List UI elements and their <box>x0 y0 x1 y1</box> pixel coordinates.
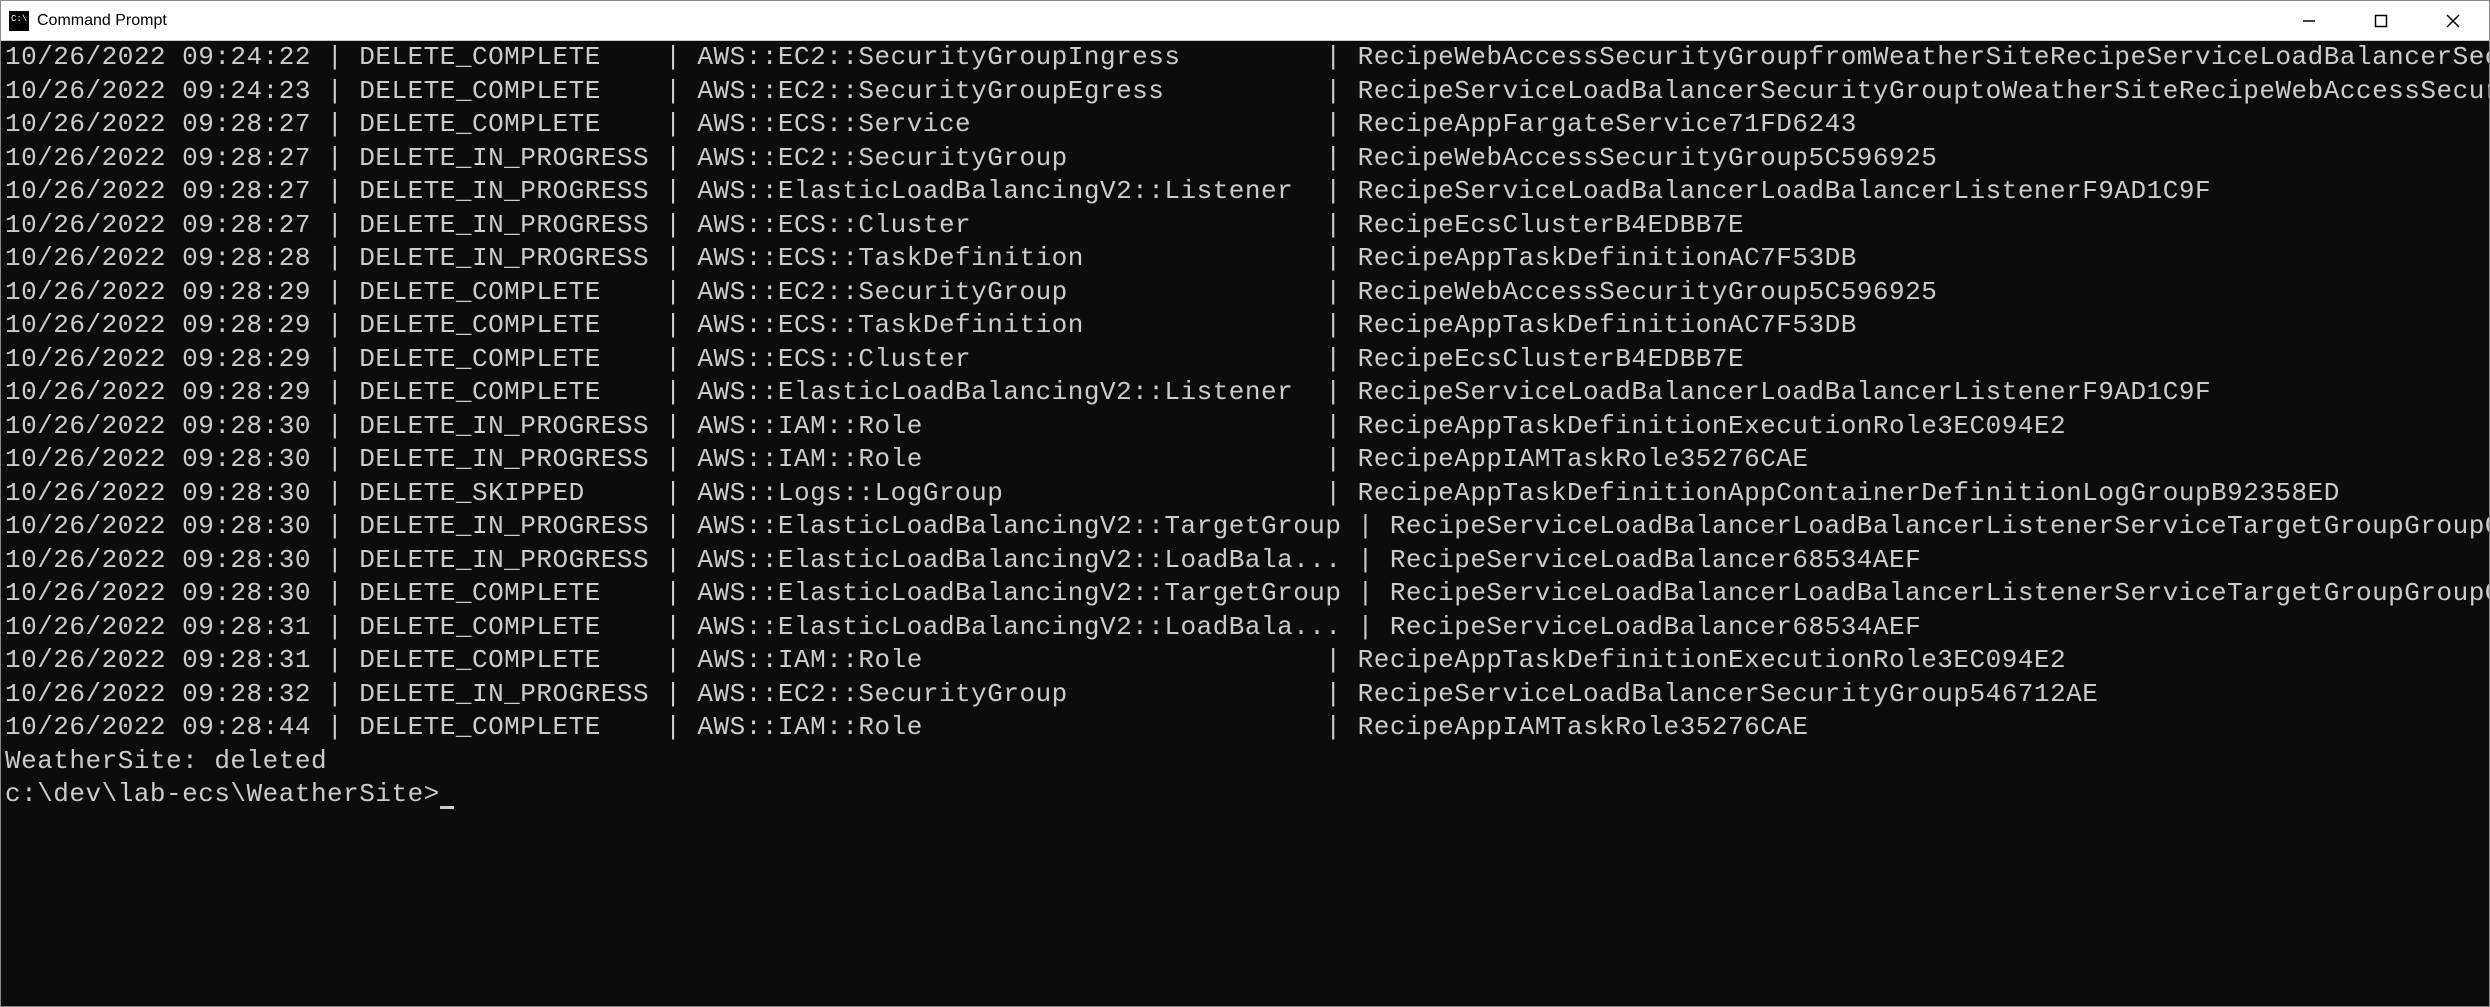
log-line: 10/26/2022 09:28:27 | DELETE_IN_PROGRESS… <box>5 142 2489 176</box>
log-line: 10/26/2022 09:28:30 | DELETE_SKIPPED | A… <box>5 477 2489 511</box>
log-line: 10/26/2022 09:28:27 | DELETE_IN_PROGRESS… <box>5 175 2489 209</box>
log-line: 10/26/2022 09:28:30 | DELETE_IN_PROGRESS… <box>5 544 2489 578</box>
log-line: 10/26/2022 09:28:29 | DELETE_COMPLETE | … <box>5 309 2489 343</box>
terminal-output[interactable]: 10/26/2022 09:24:22 | DELETE_COMPLETE | … <box>1 41 2489 1006</box>
titlebar-controls <box>2273 1 2489 40</box>
log-line: 10/26/2022 09:28:30 | DELETE_COMPLETE | … <box>5 577 2489 611</box>
log-line: 10/26/2022 09:28:30 | DELETE_IN_PROGRESS… <box>5 443 2489 477</box>
log-line: 10/26/2022 09:28:30 | DELETE_IN_PROGRESS… <box>5 410 2489 444</box>
window-title: Command Prompt <box>37 12 167 30</box>
maximize-button[interactable] <box>2345 1 2417 40</box>
minimize-icon <box>2302 14 2316 28</box>
close-icon <box>2446 14 2460 28</box>
log-line: 10/26/2022 09:28:31 | DELETE_COMPLETE | … <box>5 644 2489 678</box>
log-line: 10/26/2022 09:28:44 | DELETE_COMPLETE | … <box>5 711 2489 745</box>
log-line: 10/26/2022 09:28:28 | DELETE_IN_PROGRESS… <box>5 242 2489 276</box>
maximize-icon <box>2374 14 2388 28</box>
log-line: 10/26/2022 09:28:29 | DELETE_COMPLETE | … <box>5 376 2489 410</box>
log-line: 10/26/2022 09:28:32 | DELETE_IN_PROGRESS… <box>5 678 2489 712</box>
cursor <box>440 806 454 809</box>
log-line: 10/26/2022 09:28:30 | DELETE_IN_PROGRESS… <box>5 510 2489 544</box>
log-line: WeatherSite: deleted <box>5 745 2489 779</box>
minimize-button[interactable] <box>2273 1 2345 40</box>
prompt-line[interactable]: c:\dev\lab-ecs\WeatherSite> <box>5 778 2489 812</box>
log-line: 10/26/2022 09:28:29 | DELETE_COMPLETE | … <box>5 276 2489 310</box>
log-line: 10/26/2022 09:28:29 | DELETE_COMPLETE | … <box>5 343 2489 377</box>
log-line: 10/26/2022 09:24:22 | DELETE_COMPLETE | … <box>5 41 2489 75</box>
log-line: 10/26/2022 09:28:27 | DELETE_IN_PROGRESS… <box>5 209 2489 243</box>
log-line: 10/26/2022 09:28:27 | DELETE_COMPLETE | … <box>5 108 2489 142</box>
close-button[interactable] <box>2417 1 2489 40</box>
log-line: 10/26/2022 09:28:31 | DELETE_COMPLETE | … <box>5 611 2489 645</box>
titlebar[interactable]: Command Prompt <box>1 1 2489 41</box>
titlebar-left: Command Prompt <box>1 11 167 31</box>
command-prompt-window: Command Prompt 10/26/2022 09:24:22 | DEL… <box>0 0 2490 1007</box>
cmd-icon <box>9 11 29 31</box>
log-line: 10/26/2022 09:24:23 | DELETE_COMPLETE | … <box>5 75 2489 109</box>
